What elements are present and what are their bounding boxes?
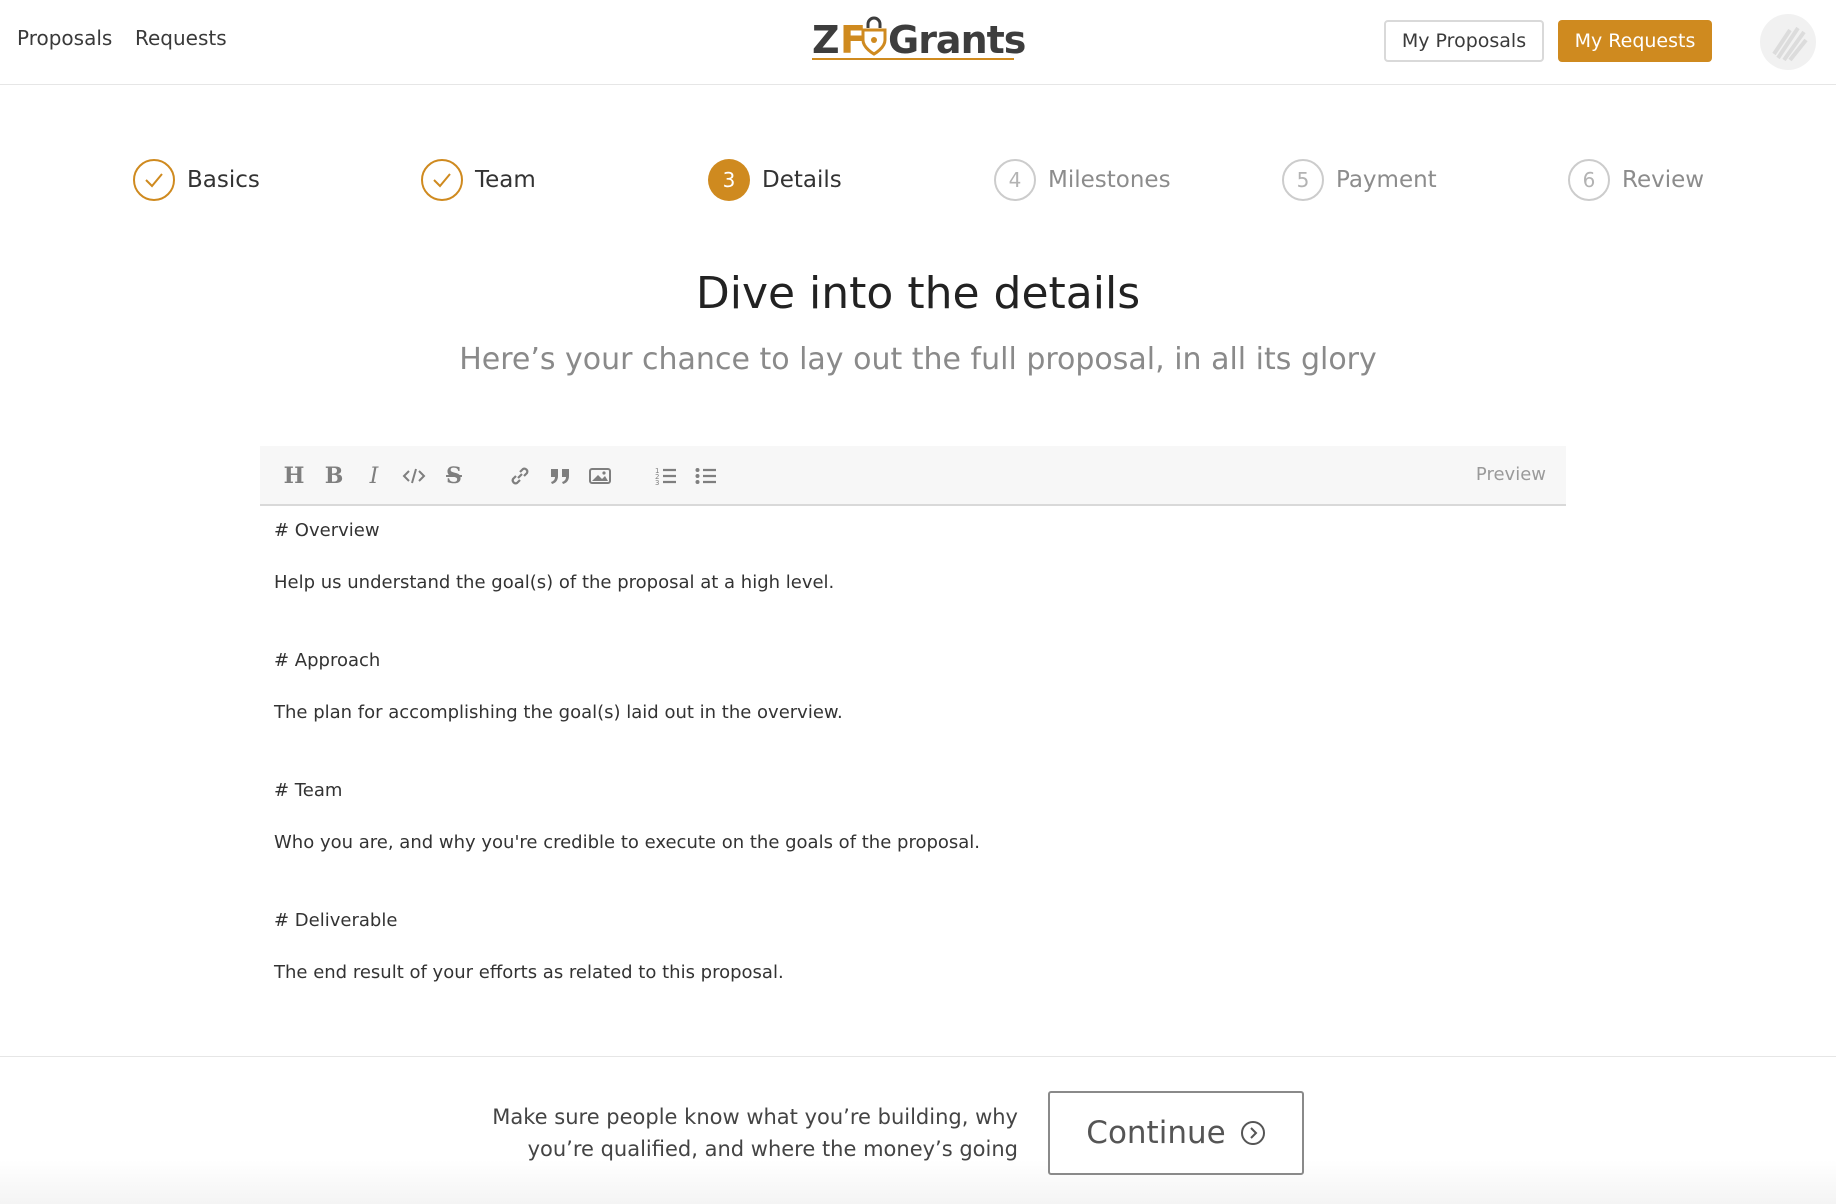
strikethrough-icon[interactable]: S (438, 460, 470, 492)
editor-line: Help us understand the goal(s) of the pr… (274, 572, 835, 593)
step-check-icon (421, 159, 463, 201)
step-number: 4 (994, 159, 1036, 201)
heading-icon[interactable]: H (278, 460, 310, 492)
editor-line: Who you are, and why you're credible to … (274, 832, 981, 853)
ordered-list-icon[interactable]: 123 (650, 460, 682, 492)
page-title: Dive into the details (695, 268, 1141, 319)
logo-underline (812, 58, 1014, 60)
logo-letter-z: Z (812, 18, 840, 62)
step-details[interactable]: 3 Details (708, 158, 842, 202)
editor-line: The end result of your efforts as relate… (274, 962, 784, 983)
step-milestones[interactable]: 4 Milestones (994, 158, 1171, 202)
user-avatar[interactable] (1760, 14, 1816, 70)
editor-line: The plan for accomplishing the goal(s) l… (274, 702, 843, 723)
code-icon[interactable] (398, 460, 430, 492)
nav-link-proposals[interactable]: Proposals (17, 26, 112, 50)
markdown-editor: H B I S 123 Preview # Overview Help us u… (260, 446, 1566, 1046)
step-label: Details (762, 167, 842, 193)
preview-toggle[interactable]: Preview (1476, 464, 1546, 485)
footer-hint: Make sure people know what you’re buildi… (418, 1101, 1018, 1165)
image-icon[interactable] (584, 460, 616, 492)
continue-button[interactable]: Continue (1048, 1091, 1304, 1175)
footer-bar: Make sure people know what you’re buildi… (0, 1056, 1836, 1204)
step-payment[interactable]: 5 Payment (1282, 158, 1437, 202)
editor-line: # Overview (274, 520, 380, 541)
step-basics[interactable]: Basics (133, 158, 260, 202)
my-requests-button[interactable]: My Requests (1558, 20, 1712, 62)
continue-label: Continue (1086, 1115, 1226, 1151)
zf-grants-logo[interactable]: Z F Grants (812, 14, 1026, 64)
top-header: Proposals Requests Z F Grants My Proposa… (0, 0, 1836, 85)
step-label: Payment (1336, 167, 1437, 193)
step-label: Review (1622, 167, 1705, 193)
editor-line: # Team (274, 780, 343, 801)
page-subtitle: Here’s your chance to lay out the full p… (459, 342, 1377, 377)
editor-toolbar: H B I S 123 Preview (260, 446, 1566, 506)
step-number: 5 (1282, 159, 1324, 201)
italic-icon[interactable]: I (358, 460, 390, 492)
step-label: Basics (187, 167, 260, 193)
footer-hint-line: Make sure people know what you’re buildi… (492, 1105, 1018, 1129)
avatar-pattern-icon (1772, 26, 1808, 62)
link-icon[interactable] (504, 460, 536, 492)
logo-wordmark: Grants (888, 18, 1026, 62)
shield-lock-icon (861, 16, 887, 56)
unordered-list-icon[interactable] (690, 460, 722, 492)
step-number: 3 (708, 159, 750, 201)
step-check-icon (133, 159, 175, 201)
editor-line: # Approach (274, 650, 381, 671)
nav-link-requests[interactable]: Requests (135, 26, 227, 50)
chevron-right-circle-icon (1240, 1121, 1265, 1145)
step-review[interactable]: 6 Review (1568, 158, 1704, 202)
svg-text:3: 3 (655, 479, 659, 487)
step-label: Team (475, 167, 536, 193)
step-label: Milestones (1048, 167, 1171, 193)
editor-line: # Deliverable (274, 910, 398, 931)
step-team[interactable]: Team (421, 158, 536, 202)
my-proposals-button[interactable]: My Proposals (1384, 20, 1544, 62)
bold-icon[interactable]: B (318, 460, 350, 492)
footer-hint-line: you’re qualified, and where the money’s … (527, 1137, 1018, 1161)
quote-icon[interactable] (544, 460, 576, 492)
step-number: 6 (1568, 159, 1610, 201)
